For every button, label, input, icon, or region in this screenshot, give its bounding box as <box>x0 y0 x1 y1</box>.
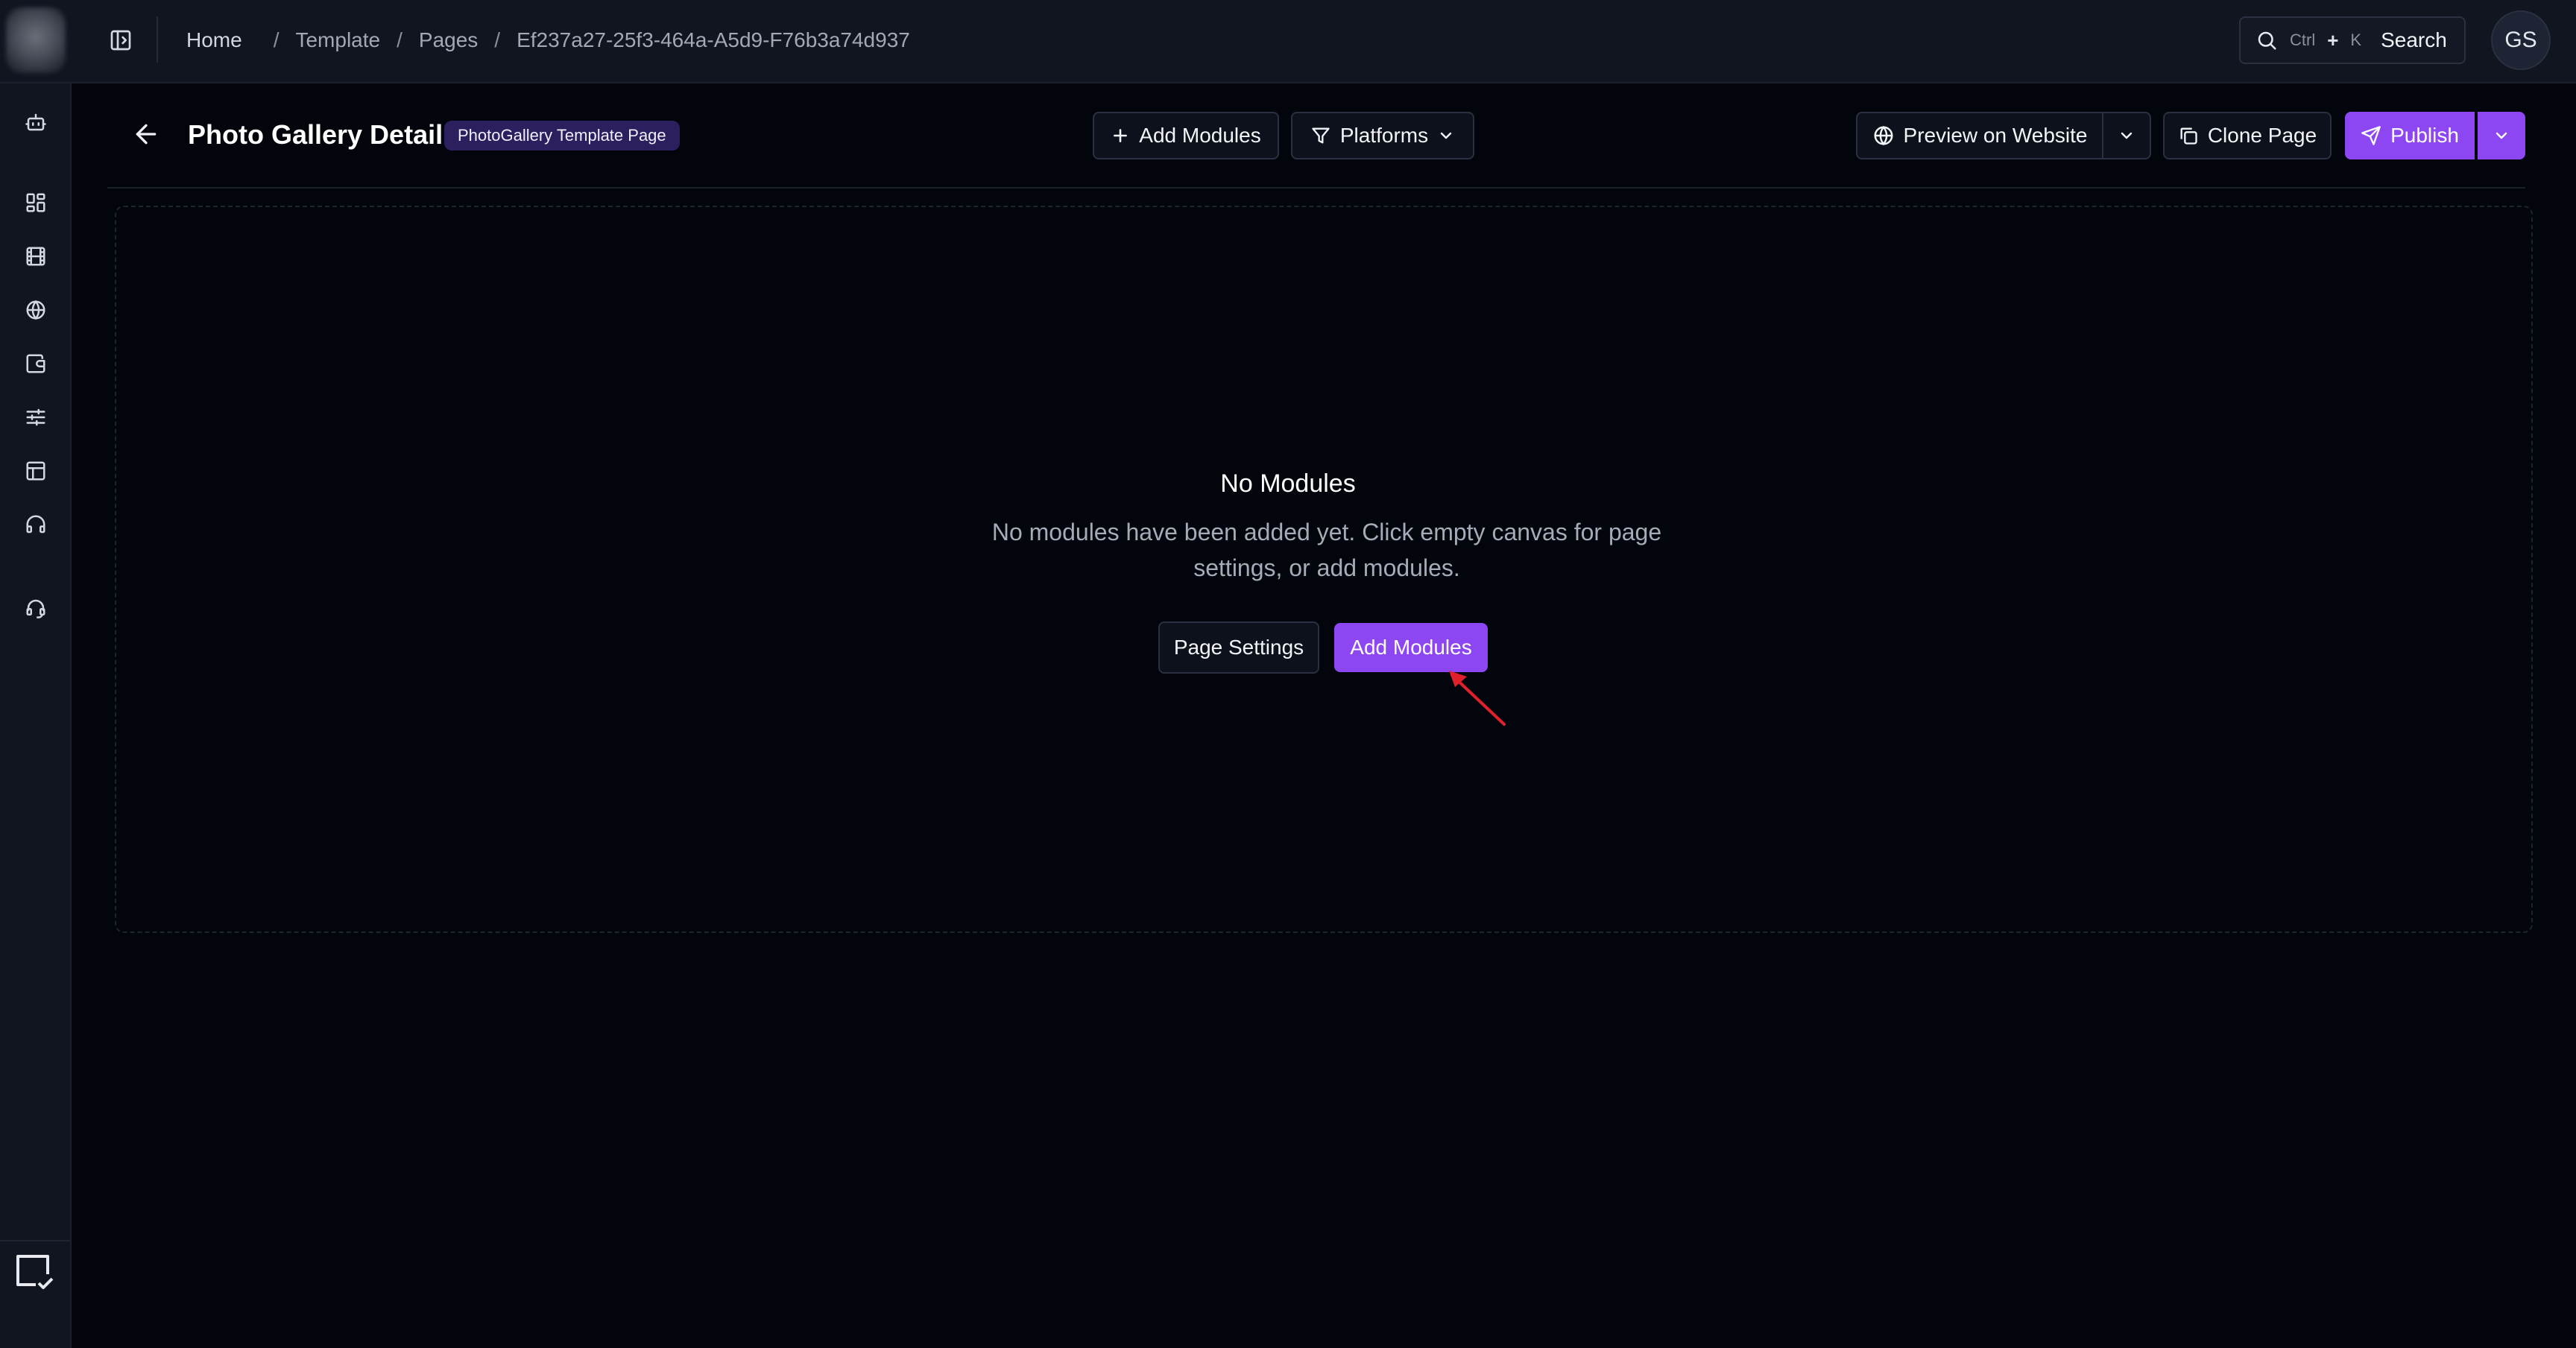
chevron-down-icon <box>2121 132 2133 139</box>
screen-check-icon <box>16 1255 54 1289</box>
clone-label: Clone Page <box>2207 124 2317 147</box>
clone-page-button[interactable]: Clone Page <box>2163 112 2332 159</box>
send-icon <box>2361 126 2381 145</box>
top-divider <box>157 16 158 63</box>
header-add-modules-label: Add Modules <box>1139 124 1261 147</box>
sliders-icon <box>26 408 45 426</box>
preview-on-website-button[interactable]: Preview on Website <box>1856 112 2103 159</box>
empty-state-description: No modules have been added yet. Click em… <box>991 519 1662 581</box>
filter-icon <box>1312 127 1330 144</box>
rail-item-audio[interactable] <box>21 510 51 539</box>
rail-item-ai[interactable] <box>21 107 51 137</box>
page-title: Photo Gallery Detail <box>188 119 443 150</box>
app-logo[interactable] <box>6 7 66 73</box>
rail-item-dashboard[interactable] <box>21 188 51 218</box>
breadcrumb-home[interactable]: Home <box>186 28 242 52</box>
shortcut-plus: + <box>2327 28 2339 51</box>
search-icon <box>2258 31 2276 50</box>
sidebar-toggle-icon <box>110 30 131 51</box>
preview-label: Preview on Website <box>1903 124 2088 147</box>
publish-button[interactable]: Publish <box>2345 112 2475 159</box>
preview-options-dropdown[interactable] <box>2102 112 2151 159</box>
platforms-label: Platforms <box>1339 124 1429 147</box>
plus-icon <box>1114 129 1128 142</box>
rail-item-wallet[interactable] <box>21 349 51 379</box>
publish-options-dropdown[interactable] <box>2478 112 2525 159</box>
headset-icon <box>26 599 45 618</box>
breadcrumb-pages[interactable]: Pages <box>419 28 478 52</box>
page-settings-button[interactable]: Page Settings <box>1158 621 1319 674</box>
empty-state-title: No Modules <box>1220 469 1356 498</box>
breadcrumb-separator: / <box>397 28 402 51</box>
breadcrumb-current: Ef237a27-25f3-464a-A5d9-F76b3a74d937 <box>517 28 910 51</box>
back-button[interactable] <box>131 119 161 149</box>
breadcrumb-separator: / <box>273 28 280 51</box>
chevron-down-icon <box>1440 132 1452 139</box>
arrow-left-icon <box>136 124 157 145</box>
dashboard-icon <box>26 193 45 212</box>
sidebar-toggle-button[interactable] <box>107 27 134 54</box>
page-type-badge: PhotoGallery Template Page <box>444 121 680 151</box>
screen-capture-button[interactable] <box>12 1249 57 1294</box>
publish-label: Publish <box>2390 124 2459 147</box>
robot-icon <box>25 113 46 131</box>
nav-rail <box>0 83 72 1348</box>
breadcrumb: Home / Template / Pages / Ef237a27-25f3-… <box>186 0 910 80</box>
platforms-dropdown[interactable]: Platforms <box>1291 112 1474 159</box>
headphones-icon <box>26 515 45 534</box>
app-root: Home / Template / Pages / Ef237a27-25f3-… <box>0 0 2576 1348</box>
user-avatar[interactable]: GS <box>2491 10 2551 70</box>
copy-icon <box>2180 127 2197 145</box>
search-label: Search <box>2381 28 2447 51</box>
search-button[interactable]: Ctrl + K Search <box>2239 16 2466 64</box>
shortcut-ctrl: Ctrl <box>2290 31 2316 49</box>
rail-item-media[interactable] <box>21 241 51 271</box>
chevron-down-icon <box>2496 132 2507 139</box>
top-bar: Home / Template / Pages / Ef237a27-25f3-… <box>0 0 2576 83</box>
breadcrumb-separator: / <box>494 28 501 51</box>
header-divider <box>107 187 2525 189</box>
film-icon <box>26 247 45 266</box>
breadcrumb-template[interactable]: Template <box>295 28 380 52</box>
rail-divider <box>0 1240 70 1241</box>
rail-item-web[interactable] <box>21 295 51 325</box>
rail-item-support[interactable] <box>21 593 51 623</box>
rail-item-settings[interactable] <box>21 402 51 432</box>
wallet-icon <box>26 354 45 373</box>
shortcut-k: K <box>2350 31 2362 49</box>
add-modules-button[interactable]: Add Modules <box>1334 623 1488 672</box>
header-add-modules-button[interactable]: Add Modules <box>1093 112 1279 159</box>
globe-icon <box>1874 125 1893 146</box>
globe-icon <box>26 300 45 320</box>
